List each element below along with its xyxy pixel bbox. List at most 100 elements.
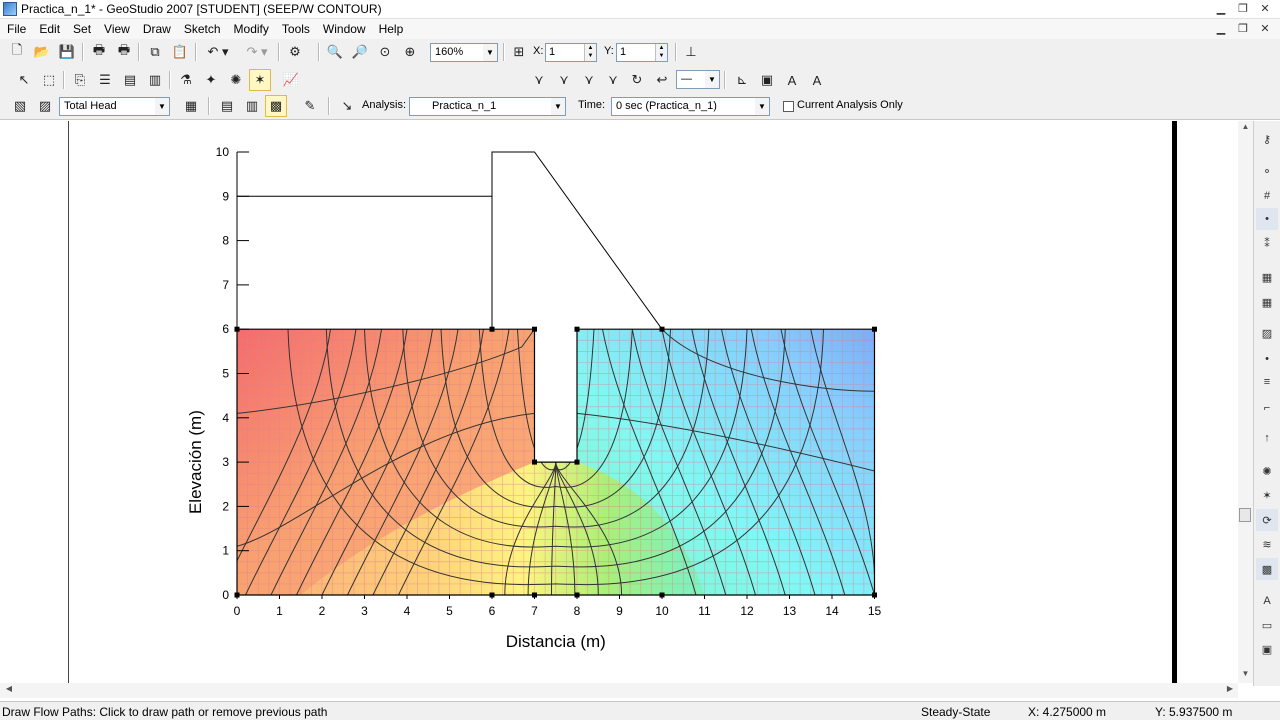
menu-set[interactable]: Set — [66, 22, 97, 36]
redo-icon[interactable]: ↷ ▾ — [240, 41, 274, 63]
palette-points-icon[interactable]: • — [1256, 208, 1278, 230]
scroll-thumb[interactable] — [1239, 508, 1251, 522]
contour-fill-icon[interactable]: ▩ — [265, 95, 287, 117]
y-spacing-input[interactable]: 1 ▲ ▼ — [616, 43, 668, 62]
grid-icon[interactable]: ⊞ — [508, 41, 530, 63]
palette-mesh-icon[interactable]: ▦ — [1256, 266, 1278, 288]
open-folder-icon[interactable]: 📂 — [31, 41, 53, 63]
analysis-icon[interactable]: ⚙ — [284, 41, 306, 63]
properties-icon[interactable]: ☰ — [94, 69, 116, 91]
menu-tools[interactable]: Tools — [275, 22, 316, 36]
film-icon[interactable]: ▥ — [144, 69, 166, 91]
palette-boundary-icon[interactable]: ≡ — [1256, 371, 1278, 393]
contour-settings-icon[interactable]: ▨ — [34, 95, 56, 117]
palette-key-icon[interactable]: ⚷ — [1256, 128, 1278, 150]
palette-numbers-icon[interactable]: # — [1256, 185, 1278, 207]
analysis-tree-icon[interactable]: ↘ — [336, 95, 358, 117]
scroll-left-icon[interactable]: ◀ — [3, 684, 15, 696]
menu-window[interactable]: Window — [316, 22, 372, 36]
palette-isolines-icon[interactable]: ≋ — [1256, 533, 1278, 555]
color-map-icon[interactable]: ▦ — [180, 95, 202, 117]
undo-icon[interactable]: ↶ ▾ — [201, 41, 235, 63]
notes-icon[interactable]: ▤ — [119, 69, 141, 91]
time-select[interactable]: 0 sec (Practica_n_1) ▼ — [611, 97, 770, 116]
axis-icon[interactable]: ⊾ — [731, 69, 753, 91]
define-icon[interactable]: ⚗ — [175, 69, 197, 91]
menu-modify[interactable]: Modify — [227, 22, 275, 36]
menu-help[interactable]: Help — [372, 22, 410, 36]
close-icon[interactable]: ✕ — [1256, 1, 1274, 17]
menu-draw[interactable]: Draw — [136, 22, 177, 36]
doc-minimize-icon[interactable]: ▁ — [1212, 21, 1230, 37]
palette-labels-icon[interactable]: ⁑ — [1256, 232, 1278, 254]
sketch-axes-icon[interactable]: ⊥ — [680, 41, 702, 63]
palette-regions-icon[interactable]: ▨ — [1256, 322, 1278, 344]
solve-icon[interactable]: ✦ — [200, 69, 222, 91]
flux-section2-icon[interactable]: ⋎ — [553, 69, 575, 91]
contour-colors-icon[interactable]: ▥ — [241, 95, 263, 117]
draw-contours-icon[interactable]: ▤ — [216, 95, 238, 117]
flux-section3-icon[interactable]: ⋎ — [578, 69, 600, 91]
zoom-page-icon[interactable]: ⊙ — [374, 41, 396, 63]
palette-axis-icon[interactable]: A — [1256, 590, 1278, 612]
print-icon[interactable]: 🖶 — [88, 41, 110, 63]
line-style-select[interactable]: — ▼ — [676, 70, 720, 89]
palette-grid-icon[interactable]: ▦ — [1256, 291, 1278, 313]
menu-sketch[interactable]: Sketch — [177, 22, 227, 36]
palette-flux-icon[interactable]: ⌐ — [1256, 397, 1278, 419]
horizontal-scrollbar[interactable]: ◀ ▶ — [0, 683, 1238, 698]
palette-flowpath-icon[interactable]: ✶ — [1256, 484, 1278, 506]
menu-view[interactable]: View — [97, 22, 136, 36]
zoom-select[interactable]: 160% ▼ — [430, 43, 498, 62]
flux-section-icon[interactable]: ⋎ — [528, 69, 550, 91]
new-file-icon[interactable]: 🗋 — [6, 41, 28, 63]
edit-contour-icon[interactable]: ✎ — [299, 95, 321, 117]
analysis-select[interactable]: Practica_n_1 ▼ — [409, 97, 566, 116]
doc-restore-icon[interactable]: ❐ — [1234, 21, 1252, 37]
save-icon[interactable]: 💾 — [56, 41, 78, 63]
rotate-icon[interactable]: ↻ — [626, 69, 648, 91]
contour-icon[interactable]: ✺ — [225, 69, 247, 91]
palette-nodes-icon[interactable]: ⚬ — [1256, 160, 1278, 182]
palette-line-icon[interactable]: • — [1256, 348, 1278, 370]
scroll-right-icon[interactable]: ▶ — [1224, 684, 1236, 696]
palette-arrow-icon[interactable]: ↑ — [1256, 427, 1278, 449]
menu-edit[interactable]: Edit — [32, 22, 66, 36]
x-spacing-input[interactable]: 1 ▲ ▼ — [545, 43, 597, 62]
zoom-objects-icon[interactable]: ⊕ — [399, 41, 421, 63]
spin-arrows-icon[interactable]: ▲ ▼ — [584, 44, 596, 61]
text-icon[interactable]: A — [806, 69, 828, 91]
select-arrow-icon[interactable]: ↖ — [13, 69, 35, 91]
x-axis-title: Distancia (m) — [506, 632, 606, 651]
graph-icon[interactable]: 📈 — [280, 69, 302, 91]
print-preview-icon[interactable]: 🖶 — [113, 41, 135, 63]
label-icon[interactable]: A — [781, 69, 803, 91]
contour-view-icon[interactable]: ▧ — [9, 95, 31, 117]
menu-file[interactable]: File — [0, 22, 32, 36]
restore-icon[interactable]: ❐ — [1234, 1, 1252, 17]
flux-section4-icon[interactable]: ⋎ — [602, 69, 624, 91]
minimize-icon[interactable]: ▁ — [1212, 1, 1230, 17]
picture-icon[interactable]: ▣ — [756, 69, 778, 91]
contour-parameter-select[interactable]: Total Head ▼ — [59, 97, 170, 116]
copy-view-icon[interactable]: ⎘ — [69, 69, 91, 91]
palette-picture-icon[interactable]: ▣ — [1256, 638, 1278, 660]
scroll-up-icon[interactable]: ▲ — [1238, 122, 1253, 134]
flow-path-icon[interactable]: ✶ — [249, 69, 271, 91]
palette-contour-icon[interactable]: ✺ — [1256, 460, 1278, 482]
doc-close-icon[interactable]: ✕ — [1256, 21, 1274, 37]
scroll-down-icon[interactable]: ▼ — [1238, 669, 1253, 681]
palette-draw-icon[interactable]: ▭ — [1256, 614, 1278, 636]
palette-fill-icon[interactable]: ▩ — [1256, 558, 1278, 580]
curve-icon[interactable]: ↩ — [651, 69, 673, 91]
zoom-out-icon[interactable]: 🔎 — [349, 41, 371, 63]
zoom-in-icon[interactable]: 🔍 — [324, 41, 346, 63]
current-analysis-checkbox[interactable] — [783, 101, 794, 112]
y-tick-label: 10 — [216, 145, 230, 159]
paste-icon[interactable]: 📋 — [169, 41, 191, 63]
vertical-scrollbar[interactable]: ▲ ▼ — [1238, 121, 1253, 683]
select-region-icon[interactable]: ⬚ — [38, 69, 60, 91]
palette-vectors-icon[interactable]: ⟳ — [1256, 509, 1278, 531]
copy-icon[interactable]: ⧉ — [144, 41, 166, 63]
spin-arrows-icon[interactable]: ▲ ▼ — [655, 44, 667, 61]
